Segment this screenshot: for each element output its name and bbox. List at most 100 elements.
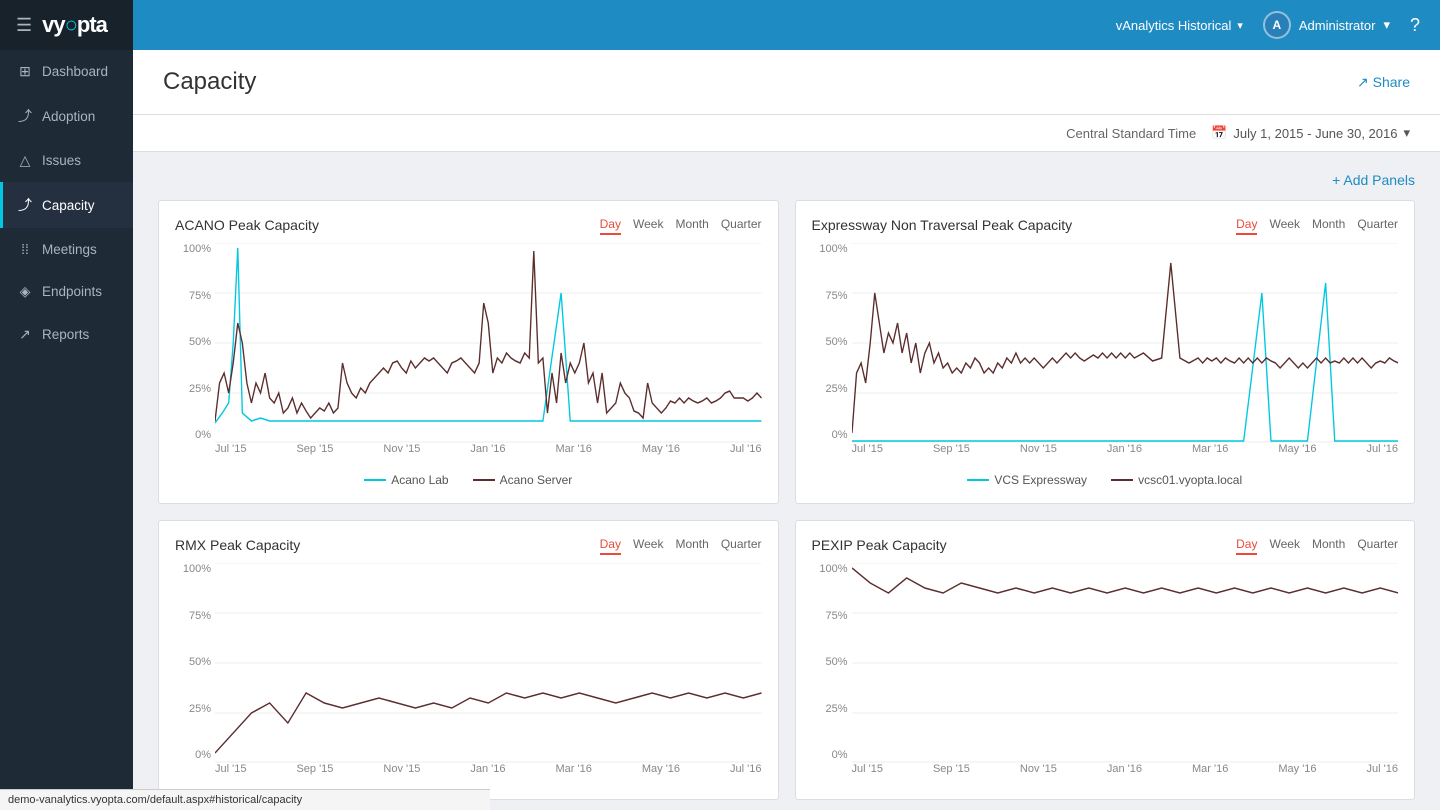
avatar: A	[1263, 11, 1291, 39]
url-bar: demo-vanalytics.vyopta.com/default.aspx#…	[0, 789, 490, 810]
logo: vy○pta	[42, 12, 107, 38]
charts-grid: ACANO Peak Capacity Day Week Month Quart…	[158, 200, 1415, 800]
vcsc01-legend: vcsc01.vyopta.local	[1111, 473, 1242, 487]
sidebar-item-adoption[interactable]: ⤴ Adoption	[0, 93, 133, 139]
admin-chevron-icon: ▾	[1383, 17, 1390, 33]
hamburger-icon[interactable]: ☰	[16, 15, 32, 36]
rmx-quarter-btn[interactable]: Quarter	[721, 537, 762, 555]
timezone-label: Central Standard Time	[1066, 126, 1196, 141]
sidebar-item-endpoints[interactable]: ◈ Endpoints	[0, 270, 133, 313]
rmx-x-labels: Jul '15 Sep '15 Nov '15 Jan '16 Mar '16 …	[215, 763, 762, 783]
pexip-y-axis: 100% 75% 50% 25% 0%	[812, 563, 852, 763]
vcsc01-line	[1111, 479, 1133, 481]
adoption-icon: ⤴	[16, 106, 34, 126]
expressway-chart-area: 100% 75% 50% 25% 0%	[812, 243, 1399, 463]
page-header: Capacity ↗ Share	[133, 50, 1440, 115]
acano-chart-area: 100% 75% 50% 25% 0%	[175, 243, 762, 463]
dashboard-icon: ⊞	[16, 63, 34, 80]
acano-y-axis: 100% 75% 50% 25% 0%	[175, 243, 215, 443]
expressway-quarter-btn[interactable]: Quarter	[1357, 217, 1398, 235]
admin-label: Administrator	[1299, 18, 1376, 33]
sidebar-item-meetings[interactable]: ⁞⁞ Meetings	[0, 228, 133, 270]
page-content: Capacity ↗ Share Central Standard Time 📅…	[133, 50, 1440, 810]
expressway-month-btn[interactable]: Month	[1312, 217, 1345, 235]
rmx-day-btn[interactable]: Day	[600, 537, 621, 555]
expressway-chart-panel: Expressway Non Traversal Peak Capacity D…	[795, 200, 1416, 504]
sidebar: ☰ vy○pta ⊞ Dashboard ⤴ Adoption △ Issues…	[0, 0, 133, 810]
acano-lab-legend: Acano Lab	[364, 473, 448, 487]
rmx-month-btn[interactable]: Month	[675, 537, 708, 555]
sidebar-item-label: Adoption	[42, 109, 95, 124]
pexip-chart-panel: PEXIP Peak Capacity Day Week Month Quart…	[795, 520, 1416, 800]
pexip-chart-svg	[852, 563, 1399, 763]
sidebar-item-label: Endpoints	[42, 284, 102, 299]
acano-week-btn[interactable]: Week	[633, 217, 663, 235]
acano-quarter-btn[interactable]: Quarter	[721, 217, 762, 235]
sidebar-item-label: Reports	[42, 327, 89, 342]
expressway-chart-svg	[852, 243, 1399, 443]
acano-month-btn[interactable]: Month	[675, 217, 708, 235]
pexip-chart-title: PEXIP Peak Capacity	[812, 537, 947, 553]
acano-time-controls: Day Week Month Quarter	[600, 217, 762, 235]
expressway-y-axis: 100% 75% 50% 25% 0%	[812, 243, 852, 443]
rmx-chart-title: RMX Peak Capacity	[175, 537, 300, 553]
expressway-chart-plot	[852, 243, 1399, 443]
add-panels-container: + Add Panels	[158, 172, 1415, 188]
analytics-selector-label: vAnalytics Historical	[1116, 18, 1232, 33]
pexip-chart-area: 100% 75% 50% 25% 0%	[812, 563, 1399, 783]
sidebar-item-label: Capacity	[42, 198, 95, 213]
acano-legend: Acano Lab Acano Server	[175, 473, 762, 487]
acano-chart-svg	[215, 243, 762, 443]
reports-icon: ↗	[16, 326, 34, 343]
expressway-x-labels: Jul '15 Sep '15 Nov '15 Jan '16 Mar '16 …	[852, 443, 1399, 463]
endpoints-icon: ◈	[16, 283, 34, 300]
admin-menu[interactable]: A Administrator ▾	[1263, 11, 1390, 39]
pexip-week-btn[interactable]: Week	[1269, 537, 1299, 555]
sidebar-item-label: Dashboard	[42, 64, 108, 79]
topbar: vAnalytics Historical ▾ A Administrator …	[133, 0, 1440, 50]
sidebar-item-dashboard[interactable]: ⊞ Dashboard	[0, 50, 133, 93]
pexip-time-controls: Day Week Month Quarter	[1236, 537, 1398, 555]
expressway-week-btn[interactable]: Week	[1269, 217, 1299, 235]
sidebar-item-label: Issues	[42, 153, 81, 168]
acano-day-btn[interactable]: Day	[600, 217, 621, 235]
main-content: vAnalytics Historical ▾ A Administrator …	[133, 0, 1440, 810]
panels-area: + Add Panels ACANO Peak Capacity Day Wee…	[133, 152, 1440, 810]
date-range-label: July 1, 2015 - June 30, 2016	[1233, 126, 1397, 141]
logo-area: ☰ vy○pta	[0, 0, 133, 50]
rmx-chart-area: 100% 75% 50% 25% 0%	[175, 563, 762, 783]
acano-chart-title: ACANO Peak Capacity	[175, 217, 319, 233]
meetings-icon: ⁞⁞	[16, 241, 34, 257]
sidebar-item-capacity[interactable]: ⤴ Capacity	[0, 182, 133, 228]
rmx-chart-plot	[215, 563, 762, 763]
analytics-selector[interactable]: vAnalytics Historical ▾	[1116, 18, 1243, 33]
date-bar: Central Standard Time 📅 July 1, 2015 - J…	[133, 115, 1440, 152]
expressway-day-btn[interactable]: Day	[1236, 217, 1257, 235]
vcs-expressway-line	[967, 479, 989, 481]
acano-lab-line	[364, 479, 386, 481]
expressway-legend: VCS Expressway vcsc01.vyopta.local	[812, 473, 1399, 487]
page-title: Capacity	[163, 68, 256, 96]
acano-server-legend: Acano Server	[473, 473, 573, 487]
rmx-week-btn[interactable]: Week	[633, 537, 663, 555]
acano-chart-plot	[215, 243, 762, 443]
date-chevron-icon: ▾	[1403, 125, 1410, 141]
pexip-quarter-btn[interactable]: Quarter	[1357, 537, 1398, 555]
expressway-chart-title: Expressway Non Traversal Peak Capacity	[812, 217, 1073, 233]
acano-chart-panel: ACANO Peak Capacity Day Week Month Quart…	[158, 200, 779, 504]
pexip-x-labels: Jul '15 Sep '15 Nov '15 Jan '16 Mar '16 …	[852, 763, 1399, 783]
sidebar-item-issues[interactable]: △ Issues	[0, 139, 133, 182]
chevron-down-icon: ▾	[1237, 19, 1243, 32]
help-icon[interactable]: ?	[1410, 15, 1420, 36]
sidebar-item-label: Meetings	[42, 242, 97, 257]
expressway-time-controls: Day Week Month Quarter	[1236, 217, 1398, 235]
rmx-time-controls: Day Week Month Quarter	[600, 537, 762, 555]
calendar-icon: 📅	[1211, 125, 1227, 141]
pexip-day-btn[interactable]: Day	[1236, 537, 1257, 555]
rmx-chart-svg	[215, 563, 762, 763]
sidebar-item-reports[interactable]: ↗ Reports	[0, 313, 133, 356]
add-panels-button[interactable]: + Add Panels	[1332, 172, 1415, 188]
share-button[interactable]: ↗ Share	[1357, 74, 1410, 91]
date-range-selector[interactable]: 📅 July 1, 2015 - June 30, 2016 ▾	[1211, 125, 1410, 141]
pexip-month-btn[interactable]: Month	[1312, 537, 1345, 555]
